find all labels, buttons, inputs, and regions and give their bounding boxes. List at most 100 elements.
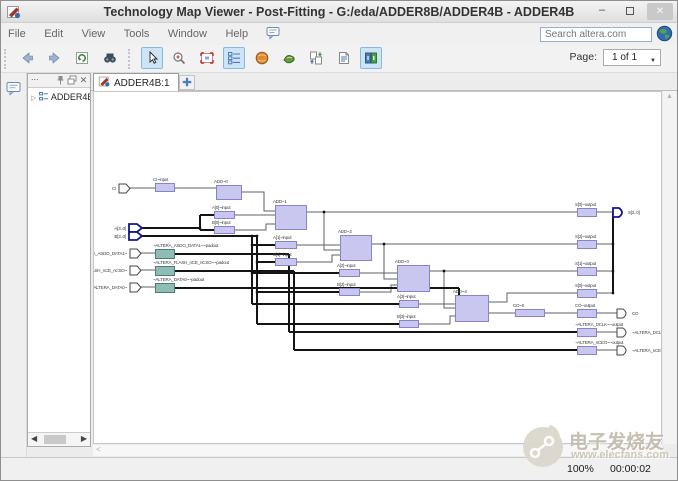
tree-expander-icon[interactable]: ▷	[31, 95, 36, 102]
swap-pages-button[interactable]	[305, 47, 327, 69]
logic-cell[interactable]	[275, 241, 297, 249]
logic-block-cell[interactable]	[397, 265, 430, 292]
search-input[interactable]	[540, 27, 652, 42]
find-button[interactable]	[99, 47, 121, 69]
magnifier-icon	[171, 50, 187, 66]
logic-cell[interactable]	[577, 240, 597, 249]
cell-label: S[2]~output	[575, 234, 596, 239]
minimize-button[interactable]: –	[589, 3, 615, 20]
logic-cell[interactable]	[577, 346, 597, 355]
cell-label: ~ALTERA_FLASH_nCE_nCSO~~padout	[153, 260, 229, 265]
cell-label: ADD~2	[338, 229, 352, 234]
tree-item-adder4b[interactable]: ▷ ADDER4B	[28, 89, 90, 102]
cell-label: S[1]~output	[575, 261, 596, 266]
pin-net-label: ~ALTERA_DCLK~	[632, 330, 662, 335]
title-bar: Technology Map Viewer - Post-Fitting - G…	[1, 1, 677, 23]
plus-icon	[181, 76, 193, 88]
menu-view[interactable]: View	[75, 23, 113, 45]
binoculars-icon	[102, 50, 118, 66]
logic-cell[interactable]	[399, 300, 419, 308]
menu-edit[interactable]: Edit	[37, 23, 70, 45]
logic-block-cell[interactable]	[340, 235, 372, 261]
cell-label: ADD~4	[453, 289, 467, 294]
menu-window[interactable]: Window	[161, 23, 214, 45]
world-button[interactable]	[251, 47, 273, 69]
scroll-thumb[interactable]	[44, 435, 66, 444]
pin-net-label: B[3..0]	[114, 234, 126, 239]
canvas-vertical-scrollbar[interactable]: ▲	[663, 91, 676, 444]
nav-forward-icon	[47, 50, 63, 66]
menu-bar: File Edit View Tools Window Help	[1, 23, 677, 45]
pin-net-label: ~ALTERA_nCEO~	[632, 348, 662, 353]
tab-adder4b[interactable]: ADDER4B:1	[93, 73, 179, 91]
bird-button[interactable]	[278, 47, 300, 69]
panel-horizontal-scrollbar[interactable]: ◀ ▶	[28, 432, 90, 446]
panel-float-button[interactable]	[66, 75, 77, 86]
logic-cell[interactable]	[339, 288, 360, 296]
maximize-button[interactable]	[617, 3, 643, 20]
panel-pin-button[interactable]	[55, 75, 66, 86]
world-icon	[254, 50, 270, 66]
logic-cell[interactable]	[339, 269, 360, 277]
scroll-left-icon[interactable]: <	[96, 445, 101, 454]
feedback-bubble-icon[interactable]	[266, 26, 281, 40]
cell-label: ADD~0	[214, 179, 228, 184]
logic-block-cell[interactable]	[216, 185, 242, 200]
bird-icon	[281, 50, 297, 66]
logic-cell[interactable]	[155, 183, 175, 192]
cell-label: CO~output	[575, 303, 595, 308]
menu-tools[interactable]: Tools	[117, 23, 157, 45]
logic-cell[interactable]	[577, 267, 597, 276]
report-page-icon	[336, 50, 352, 66]
logic-cell[interactable]	[577, 309, 597, 318]
nav-back-button[interactable]	[16, 47, 38, 69]
menu-file[interactable]: File	[1, 23, 33, 45]
scroll-up-icon[interactable]: ▲	[666, 93, 673, 100]
pin-net-label: ~ALTERA_FLASH_nCE_nCSO~	[93, 268, 127, 273]
refresh-button[interactable]	[71, 47, 93, 69]
cell-label: S[3]~output	[575, 202, 596, 207]
hierarchy-list-button[interactable]	[223, 47, 245, 69]
report-page-button[interactable]	[333, 47, 355, 69]
scroll-right-icon[interactable]: ▶	[81, 434, 87, 443]
search-globe-button[interactable]	[655, 25, 673, 43]
io-pad-cell[interactable]	[155, 283, 175, 293]
logic-cell[interactable]	[577, 208, 597, 217]
logic-cell[interactable]	[399, 320, 419, 328]
schematic-canvas[interactable]: CIA[3..0]B[3..0]~ALTERA_ASDO_DATA1~~ALTE…	[93, 91, 662, 444]
dropdown-caret-icon: ▼	[650, 54, 656, 69]
logic-cell[interactable]	[214, 226, 235, 234]
io-pad-cell[interactable]	[155, 249, 175, 259]
hierarchy-panel: ... ✕ ▷	[27, 73, 91, 447]
cell-label: A[1]~input	[273, 235, 291, 240]
canvas-horizontal-scrollbar[interactable]: <	[93, 445, 662, 456]
panel-overflow-button[interactable]: ...	[31, 72, 39, 82]
tree-item-label: ADDER4B	[51, 92, 90, 102]
report-bubble-icon[interactable]	[6, 81, 22, 96]
io-pad-cell[interactable]	[155, 266, 175, 276]
page-dropdown[interactable]: 1 of 1 ▼	[603, 49, 661, 66]
logic-cell[interactable]	[577, 328, 597, 337]
menu-help[interactable]: Help	[218, 23, 255, 45]
color-compare-button[interactable]	[360, 47, 382, 69]
nav-back-icon	[19, 50, 35, 66]
logic-block-cell[interactable]	[275, 205, 307, 230]
selection-tool-button[interactable]	[141, 47, 163, 69]
new-tab-button[interactable]	[179, 75, 195, 90]
pin-net-label: S[3..0]	[628, 210, 640, 215]
toolbar: Page: 1 of 1 ▼	[1, 45, 677, 73]
logic-cell[interactable]	[515, 309, 545, 317]
logic-cell[interactable]	[214, 211, 235, 219]
fit-view-button[interactable]	[196, 47, 218, 69]
pin-net-label: ~ALTERA_ASDO_DATA1~	[93, 251, 127, 256]
logic-cell[interactable]	[577, 289, 597, 298]
logic-cell[interactable]	[275, 258, 297, 266]
close-button[interactable]: ✕	[647, 3, 673, 20]
scroll-left-icon[interactable]: ◀	[31, 434, 37, 443]
logic-block-cell[interactable]	[455, 295, 489, 322]
zoom-tool-button[interactable]	[168, 47, 190, 69]
nav-forward-button[interactable]	[44, 47, 66, 69]
panel-close-button[interactable]: ✕	[78, 75, 89, 86]
hierarchy-list-icon	[226, 50, 242, 66]
cell-label: CI~input	[153, 177, 168, 182]
